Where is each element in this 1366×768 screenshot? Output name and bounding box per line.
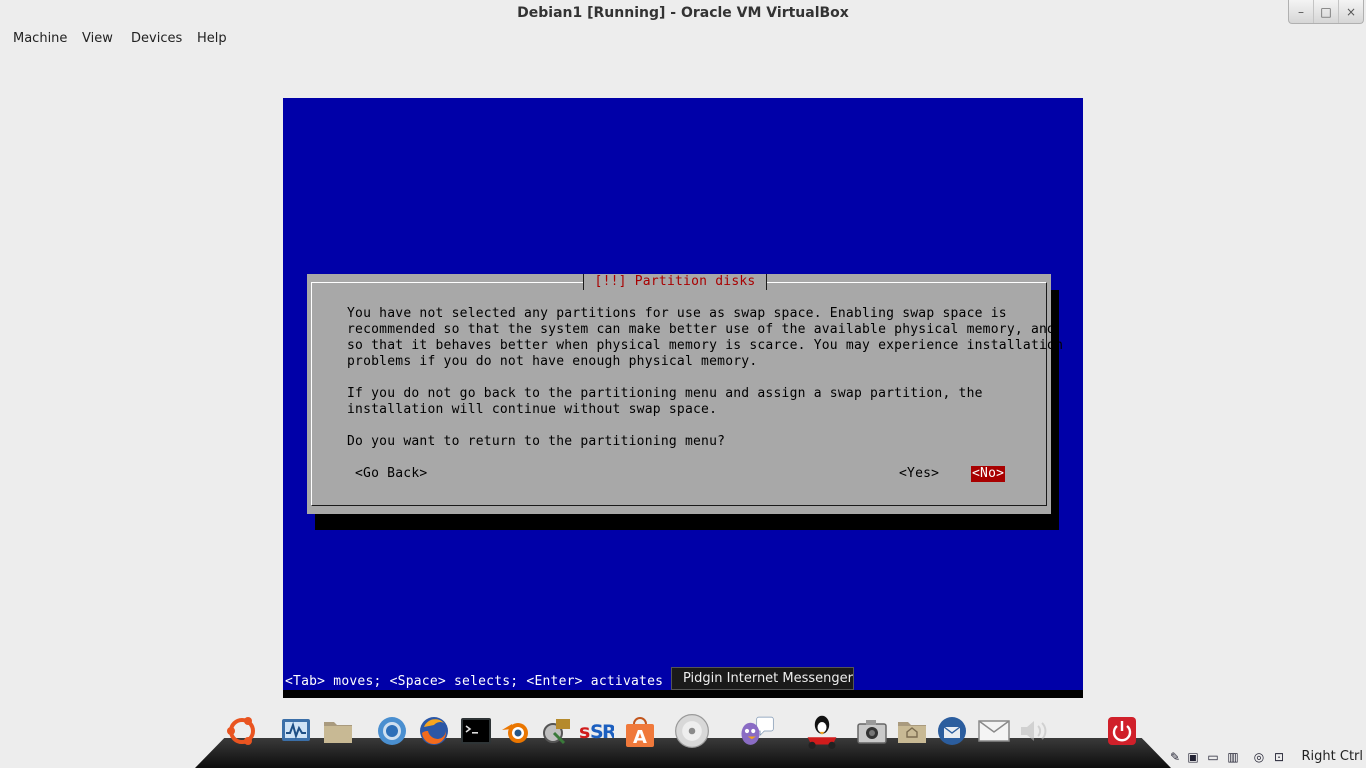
vm-bottom-strip bbox=[283, 690, 1083, 698]
thunderbird-icon[interactable] bbox=[934, 712, 970, 750]
recording-icon[interactable]: ▥ bbox=[1226, 750, 1240, 764]
chromium-icon[interactable] bbox=[374, 712, 410, 750]
vm-screen[interactable]: [!!] Partition disks You have not select… bbox=[283, 98, 1083, 698]
dock-tooltip: Pidgin Internet Messenger bbox=[671, 667, 854, 690]
menu-view[interactable]: View bbox=[82, 31, 113, 46]
dialog-text-line: If you do not go back to the partitionin… bbox=[347, 386, 983, 401]
dialog-question: Do you want to return to the partitionin… bbox=[347, 434, 726, 449]
ubuntu-icon[interactable] bbox=[224, 712, 260, 750]
dock: sSR A bbox=[222, 712, 1152, 758]
menu-help[interactable]: Help bbox=[197, 31, 227, 46]
dialog-text-line: recommended so that the system can make … bbox=[347, 322, 1056, 337]
no-button[interactable]: <No> bbox=[971, 466, 1006, 482]
sysinfo-tool-icon[interactable] bbox=[538, 712, 574, 750]
supertuxkart-icon[interactable] bbox=[804, 712, 840, 750]
home-folder-icon[interactable] bbox=[894, 712, 930, 750]
dialog-title: [!!] Partition disks bbox=[583, 274, 767, 290]
host-key-icon[interactable]: ⊡ bbox=[1272, 750, 1286, 764]
blender-icon[interactable] bbox=[498, 712, 534, 750]
menu-bar: Machine View Devices Help bbox=[0, 28, 1366, 50]
simplescreenrecorder-icon[interactable]: sSR bbox=[578, 712, 614, 750]
menu-devices[interactable]: Devices bbox=[131, 31, 182, 46]
volume-icon[interactable] bbox=[1016, 712, 1052, 750]
vbox-status-bar: ✎ ▣ ▭ ▥ ◎ ⊡ Right Ctrl bbox=[1146, 746, 1366, 768]
terminal-icon[interactable] bbox=[458, 712, 494, 750]
system-monitor-icon[interactable] bbox=[278, 712, 314, 750]
dialog-text-line: You have not selected any partitions for… bbox=[347, 306, 1007, 321]
minimize-button[interactable]: – bbox=[1289, 0, 1313, 23]
software-center-icon[interactable]: A bbox=[622, 712, 658, 750]
window-title: Debian1 [Running] - Oracle VM VirtualBox bbox=[517, 5, 849, 21]
optical-drive-icon[interactable]: ▭ bbox=[1206, 750, 1220, 764]
dialog-text-line: problems if you do not have enough physi… bbox=[347, 354, 758, 369]
firefox-icon[interactable] bbox=[416, 712, 452, 750]
menu-machine[interactable]: Machine bbox=[13, 31, 67, 46]
files-folder-icon[interactable] bbox=[320, 712, 356, 750]
svg-text:R: R bbox=[602, 721, 614, 743]
close-button[interactable]: × bbox=[1338, 0, 1363, 23]
power-icon[interactable] bbox=[1104, 712, 1140, 750]
window-controls: – □ × bbox=[1288, 0, 1364, 24]
go-back-button[interactable]: <Go Back> bbox=[355, 466, 427, 482]
disc-icon[interactable] bbox=[674, 712, 710, 750]
maximize-button[interactable]: □ bbox=[1313, 0, 1338, 23]
pidgin-icon[interactable] bbox=[738, 712, 774, 750]
dialog-text-line: so that it behaves better when physical … bbox=[347, 338, 1064, 353]
mouse-integration-icon[interactable]: ◎ bbox=[1252, 750, 1266, 764]
help-line: <Tab> moves; <Space> selects; <Enter> ac… bbox=[285, 674, 680, 689]
svg-text:A: A bbox=[633, 727, 647, 748]
mail-icon[interactable] bbox=[976, 712, 1012, 750]
shared-folders-icon[interactable]: ✎ bbox=[1168, 750, 1182, 764]
yes-button[interactable]: <Yes> bbox=[899, 466, 939, 482]
display-icon[interactable]: ▣ bbox=[1186, 750, 1200, 764]
dialog-text-line: installation will continue without swap … bbox=[347, 402, 718, 417]
host-key-label: Right Ctrl bbox=[1301, 749, 1364, 764]
window-titlebar[interactable]: Debian1 [Running] - Oracle VM VirtualBox… bbox=[0, 0, 1366, 28]
svg-text:s: s bbox=[579, 721, 590, 743]
camera-icon[interactable] bbox=[854, 712, 890, 750]
